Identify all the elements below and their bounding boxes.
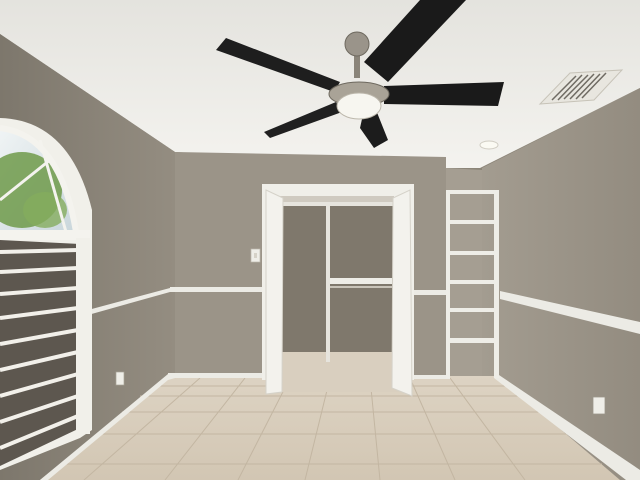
bedroom-photo	[0, 0, 640, 480]
baseboard-back-right	[412, 375, 450, 379]
closet-top-shelf	[280, 202, 394, 206]
fan-light	[336, 92, 382, 120]
closet-door-right[interactable]	[391, 189, 413, 397]
niche-back	[446, 168, 482, 378]
closet-shelf	[328, 278, 392, 284]
closet-interior	[280, 196, 394, 356]
closet-floor	[274, 352, 400, 392]
chair-rail-back	[170, 287, 262, 292]
window-blinds	[0, 238, 90, 466]
baseboard-back	[168, 373, 266, 378]
wall-outlet-right[interactable]	[592, 396, 606, 415]
chair-rail-back-right	[412, 290, 450, 295]
recessed-light	[479, 140, 499, 150]
closet-rod	[330, 286, 392, 288]
closet-door-left[interactable]	[265, 189, 284, 395]
closet	[262, 184, 414, 397]
fan-blade-right	[384, 82, 504, 106]
fan-canopy	[344, 31, 370, 57]
closet-divider	[326, 202, 330, 362]
wall-outlet-left[interactable]	[115, 371, 125, 386]
